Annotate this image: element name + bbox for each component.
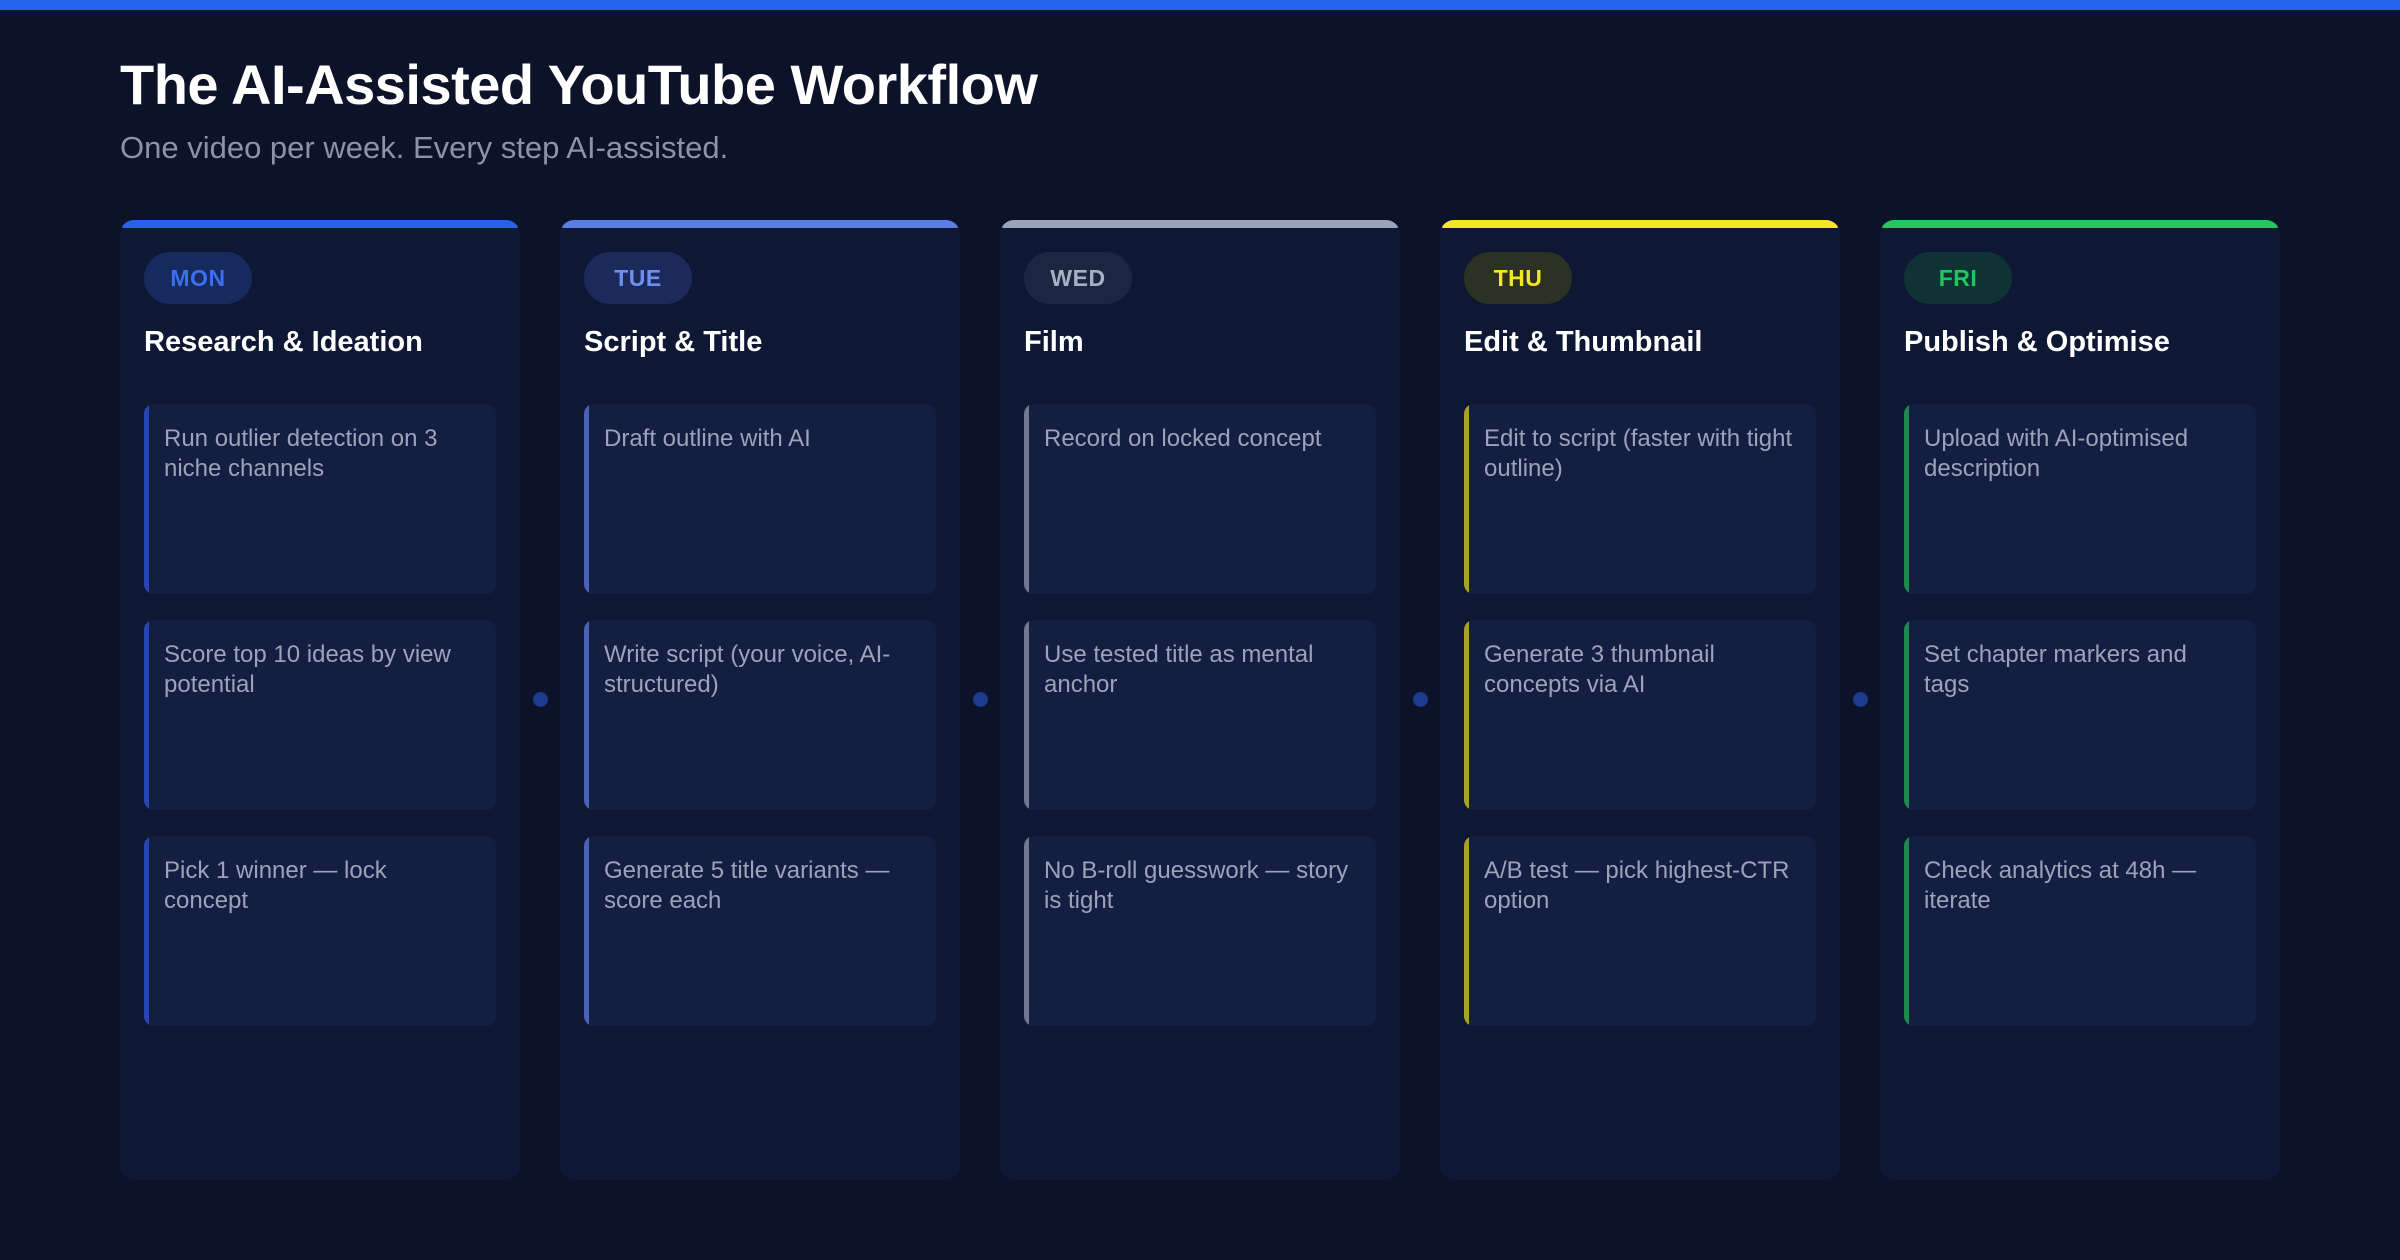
task-card: Record on locked concept [1024, 404, 1376, 594]
task-card: Use tested title as mental anchor [1024, 620, 1376, 810]
connector-dot [1413, 692, 1428, 707]
task-card: Check analytics at 48h — iterate [1904, 836, 2256, 1026]
task-card: Edit to script (faster with tight outlin… [1464, 404, 1816, 594]
task-stripe [1464, 836, 1469, 1026]
page-subtitle: One video per week. Every step AI-assist… [120, 130, 729, 165]
task-text: Record on locked concept [1044, 425, 1322, 452]
column-accent-bar [1880, 220, 2280, 228]
column-title: Script & Title [584, 326, 763, 358]
task-stripe [144, 404, 149, 594]
top-accent-bar [0, 0, 2400, 10]
column-accent-bar [120, 220, 520, 228]
column-accent-bar [1440, 220, 1840, 228]
connector-dot [973, 692, 988, 707]
task-stripe [1904, 836, 1909, 1026]
day-badge: THU [1464, 252, 1572, 304]
task-card: A/B test — pick highest-CTR option [1464, 836, 1816, 1026]
task-text: A/B test — pick highest-CTR option [1484, 857, 1790, 914]
column-title: Research & Ideation [144, 326, 423, 358]
task-text: Generate 5 title variants — score each [604, 857, 890, 914]
task-text: Edit to script (faster with tight outlin… [1484, 425, 1793, 482]
task-text: Score top 10 ideas by view potential [164, 641, 451, 698]
task-stripe [1024, 836, 1029, 1026]
task-stripe [584, 620, 589, 810]
task-stripe [1904, 620, 1909, 810]
task-card: Score top 10 ideas by view potential [144, 620, 496, 810]
task-stripe [584, 836, 589, 1026]
task-text: Draft outline with AI [604, 425, 811, 452]
page-title: The AI-Assisted YouTube Workflow [120, 53, 1038, 116]
task-text: Run outlier detection on 3 niche channel… [164, 425, 438, 482]
task-card: Set chapter markers and tags [1904, 620, 2256, 810]
task-stripe [1464, 404, 1469, 594]
column-tuesday: TUE Script & Title Draft outline with AI… [560, 220, 960, 1180]
column-accent-bar [560, 220, 960, 228]
task-stripe [144, 620, 149, 810]
task-card: Generate 3 thumbnail concepts via AI [1464, 620, 1816, 810]
task-text: Use tested title as mental anchor [1044, 641, 1314, 698]
column-title: Film [1024, 326, 1084, 358]
task-stripe [1024, 620, 1029, 810]
task-card: Upload with AI-optimised description [1904, 404, 2256, 594]
workflow-columns: MON Research & Ideation Run outlier dete… [120, 220, 2280, 1180]
task-text: Upload with AI-optimised description [1924, 425, 2189, 482]
task-text: Set chapter markers and tags [1924, 641, 2187, 698]
day-badge: TUE [584, 252, 692, 304]
task-card: No B-roll guesswork — story is tight [1024, 836, 1376, 1026]
task-text: Write script (your voice, AI-structured) [604, 641, 891, 698]
connector-dot [1853, 692, 1868, 707]
connector-dot [533, 692, 548, 707]
task-card: Run outlier detection on 3 niche channel… [144, 404, 496, 594]
task-card: Draft outline with AI [584, 404, 936, 594]
task-stripe [584, 404, 589, 594]
task-stripe [1464, 620, 1469, 810]
column-friday: FRI Publish & Optimise Upload with AI-op… [1880, 220, 2280, 1180]
column-wednesday: WED Film Record on locked concept Use te… [1000, 220, 1400, 1180]
column-accent-bar [1000, 220, 1400, 228]
task-stripe [1024, 404, 1029, 594]
task-stripe [144, 836, 149, 1026]
column-monday: MON Research & Ideation Run outlier dete… [120, 220, 520, 1180]
task-text: No B-roll guesswork — story is tight [1044, 857, 1349, 914]
task-text: Pick 1 winner — lock concept [164, 857, 387, 914]
column-thursday: THU Edit & Thumbnail Edit to script (fas… [1440, 220, 1840, 1180]
task-card: Generate 5 title variants — score each [584, 836, 936, 1026]
column-title: Publish & Optimise [1904, 326, 2170, 358]
task-card: Pick 1 winner — lock concept [144, 836, 496, 1026]
column-title: Edit & Thumbnail [1464, 326, 1703, 358]
task-text: Generate 3 thumbnail concepts via AI [1484, 641, 1715, 698]
day-badge: FRI [1904, 252, 2012, 304]
day-badge: WED [1024, 252, 1132, 304]
task-stripe [1904, 404, 1909, 594]
task-card: Write script (your voice, AI-structured) [584, 620, 936, 810]
task-text: Check analytics at 48h — iterate [1924, 857, 2197, 914]
day-badge: MON [144, 252, 252, 304]
